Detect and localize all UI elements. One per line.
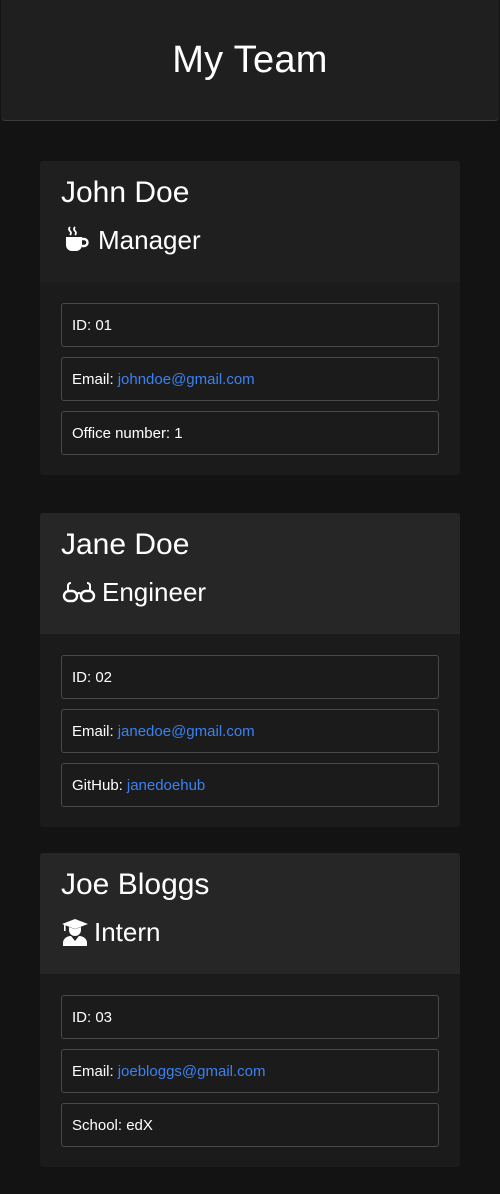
email-label: Email: bbox=[72, 370, 114, 388]
school-text: School: edX bbox=[72, 1116, 153, 1134]
employee-card-engineer: Jane Doe Engineer ID: 02 Email: janedoe@… bbox=[40, 513, 460, 827]
employee-card-intern: Joe Bloggs Intern ID: 03 Email: joeblogg… bbox=[40, 853, 460, 1167]
email-field: Email: joebloggs@gmail.com bbox=[61, 1049, 439, 1093]
graduate-icon bbox=[61, 916, 89, 948]
email-label: Email: bbox=[72, 722, 114, 740]
page-title: My Team bbox=[172, 38, 328, 81]
github-link[interactable]: janedoehub bbox=[127, 777, 205, 794]
page-header: My Team bbox=[1, 0, 499, 121]
email-label: Email: bbox=[72, 1062, 114, 1080]
id-text: ID: 01 bbox=[72, 316, 113, 334]
card-body: ID: 02 Email: janedoe@gmail.com GitHub: … bbox=[40, 634, 460, 827]
id-field: ID: 01 bbox=[61, 303, 439, 347]
email-field: Email: johndoe@gmail.com bbox=[61, 357, 439, 401]
email-link[interactable]: joebloggs@gmail.com bbox=[118, 1063, 266, 1080]
school-field: School: edX bbox=[61, 1103, 439, 1147]
card-body: ID: 01 Email: johndoe@gmail.com Office n… bbox=[40, 282, 460, 475]
card-header: Jane Doe Engineer bbox=[40, 513, 460, 634]
employee-card-manager: John Doe Manager ID: 01 Email: johndoe@g… bbox=[40, 161, 460, 475]
office-field: Office number: 1 bbox=[61, 411, 439, 455]
card-header: John Doe Manager bbox=[40, 161, 460, 282]
role-label: Intern bbox=[94, 917, 161, 947]
employee-name: Jane Doe bbox=[61, 528, 190, 561]
github-field: GitHub: janedoehub bbox=[61, 763, 439, 807]
email-link[interactable]: johndoe@gmail.com bbox=[118, 371, 255, 388]
id-text: ID: 02 bbox=[72, 668, 113, 686]
employee-name: John Doe bbox=[61, 176, 190, 209]
employee-role: Intern bbox=[61, 915, 161, 949]
card-header: Joe Bloggs Intern bbox=[40, 853, 460, 974]
employee-role: Manager bbox=[61, 223, 201, 257]
role-label: Manager bbox=[98, 225, 201, 255]
email-field: Email: janedoe@gmail.com bbox=[61, 709, 439, 753]
coffee-icon bbox=[61, 224, 93, 256]
email-link[interactable]: janedoe@gmail.com bbox=[118, 723, 255, 740]
card-body: ID: 03 Email: joebloggs@gmail.com School… bbox=[40, 974, 460, 1167]
glasses-icon bbox=[61, 576, 97, 608]
id-text: ID: 03 bbox=[72, 1008, 113, 1026]
role-label: Engineer bbox=[102, 577, 207, 607]
id-field: ID: 02 bbox=[61, 655, 439, 699]
id-field: ID: 03 bbox=[61, 995, 439, 1039]
employee-name: Joe Bloggs bbox=[61, 868, 210, 901]
employee-role: Engineer bbox=[61, 575, 206, 609]
github-label: GitHub: bbox=[72, 776, 123, 794]
office-text: Office number: 1 bbox=[72, 424, 183, 442]
